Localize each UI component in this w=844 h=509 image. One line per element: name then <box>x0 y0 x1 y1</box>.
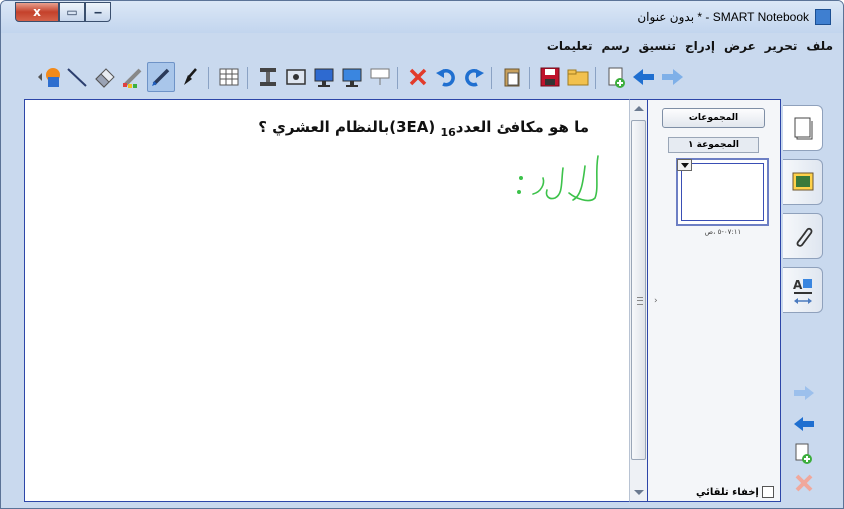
question-prefix: ما هو مكافئ العدد <box>455 118 589 136</box>
toolbar-separator <box>491 67 492 89</box>
question-subscript: 16 <box>440 126 456 139</box>
side-add-page-icon[interactable] <box>791 442 817 466</box>
creative-pen-icon[interactable] <box>119 62 147 92</box>
menu-bar: ملف تحرير عرض إدراج تنسيق رسم تعليمات <box>1 33 843 59</box>
open-folder-icon[interactable] <box>564 62 592 92</box>
side-tab-strip: A <box>781 99 825 502</box>
scrollbar-thumb[interactable] <box>631 120 646 460</box>
app-icon <box>815 9 831 25</box>
toolbar-separator <box>595 67 596 89</box>
delete-icon[interactable] <box>404 62 432 92</box>
toolbar <box>1 59 843 99</box>
side-next-page-icon[interactable] <box>791 381 817 405</box>
page-thumbnail[interactable] <box>676 158 769 226</box>
shapes-icon[interactable] <box>35 62 63 92</box>
page-timestamp: ٠٧:١١-٥ ،ص <box>704 228 742 236</box>
save-icon[interactable] <box>536 62 564 92</box>
page-sorter-icon <box>794 117 812 140</box>
scroll-up-arrow[interactable] <box>634 106 644 111</box>
toolbar-separator <box>247 67 248 89</box>
undo-icon[interactable] <box>432 62 460 92</box>
smart-notebook-window: x ▭ ‒ بدون عنوان * - SMART Notebook ملف … <box>0 0 844 509</box>
side-previous-page-icon[interactable] <box>791 412 817 436</box>
menu-file[interactable]: ملف <box>806 39 833 53</box>
tab-gallery[interactable] <box>783 159 823 205</box>
maximize-button[interactable]: ▭ <box>59 2 85 22</box>
menu-format[interactable]: تنسيق <box>639 39 676 53</box>
menu-view[interactable]: عرض <box>724 39 756 53</box>
scroll-down-arrow[interactable] <box>634 490 644 495</box>
menu-draw[interactable]: رسم <box>602 39 630 53</box>
pen-icon[interactable] <box>147 62 175 92</box>
tab-attachments[interactable] <box>783 213 823 259</box>
document-camera-icon[interactable] <box>254 62 282 92</box>
menu-help[interactable]: تعليمات <box>547 39 593 53</box>
tab-properties[interactable]: A <box>783 267 823 313</box>
screen-shade-icon[interactable] <box>366 62 394 92</box>
menu-insert[interactable]: إدراج <box>685 39 715 53</box>
screen-capture-icon[interactable] <box>282 62 310 92</box>
close-button[interactable]: x <box>15 2 59 22</box>
toolbar-separator <box>529 67 530 89</box>
scrollbar-grip <box>637 297 643 305</box>
group-label[interactable]: المجموعة ١ <box>668 137 759 153</box>
gallery-icon <box>792 172 813 191</box>
question-suffix: بالنظام العشري ؟ <box>258 118 390 136</box>
thumbnail-menu-dropdown[interactable] <box>677 159 692 171</box>
handwritten-solution[interactable] <box>503 148 613 218</box>
full-screen-icon[interactable] <box>338 62 366 92</box>
tab-page-sorter[interactable] <box>783 105 823 151</box>
autohide-option[interactable]: إخفاء تلقائي <box>696 486 774 498</box>
select-arrow-icon[interactable] <box>176 62 204 92</box>
title-bar: x ▭ ‒ بدون عنوان * - SMART Notebook <box>1 1 843 33</box>
svg-text:A: A <box>793 278 803 292</box>
groups-button[interactable]: المجموعات <box>662 108 765 128</box>
canvas-vertical-scrollbar[interactable] <box>629 99 648 502</box>
window-title: بدون عنوان * - SMART Notebook <box>637 10 809 24</box>
page-sorter-panel: المجموعات المجموعة ١ ٠٧:١١-٥ ،ص › إخفاء … <box>648 99 781 502</box>
page-thumbnail-preview <box>681 163 764 221</box>
question-text[interactable]: ما هو مكافئ العدد16 (3EA)بالنظام العشري … <box>258 118 589 139</box>
autohide-label: إخفاء تلقائي <box>696 486 759 498</box>
menu-edit[interactable]: تحرير <box>765 39 798 53</box>
properties-icon: A <box>793 278 812 304</box>
panel-resize-handle[interactable]: › <box>654 296 658 306</box>
paste-icon[interactable] <box>498 62 526 92</box>
window-controls: x ▭ ‒ <box>15 2 111 22</box>
show-hide-screen-shade-icon[interactable] <box>310 62 338 92</box>
line-icon[interactable] <box>63 62 91 92</box>
toolbar-separator <box>208 67 209 89</box>
autohide-checkbox[interactable] <box>761 486 774 498</box>
question-number: (3EA) <box>389 118 436 136</box>
paperclip-icon <box>796 227 812 247</box>
toolbar-separator <box>397 67 398 89</box>
side-delete-page-icon[interactable] <box>791 471 817 495</box>
redo-icon[interactable] <box>460 62 488 92</box>
table-icon[interactable] <box>215 62 243 92</box>
previous-page-icon[interactable] <box>630 62 658 92</box>
add-page-icon[interactable] <box>602 62 630 92</box>
eraser-icon[interactable] <box>91 62 119 92</box>
next-page-icon[interactable] <box>658 62 686 92</box>
minimize-button[interactable]: ‒ <box>85 2 111 22</box>
notebook-canvas[interactable]: ما هو مكافئ العدد16 (3EA)بالنظام العشري … <box>24 99 629 502</box>
